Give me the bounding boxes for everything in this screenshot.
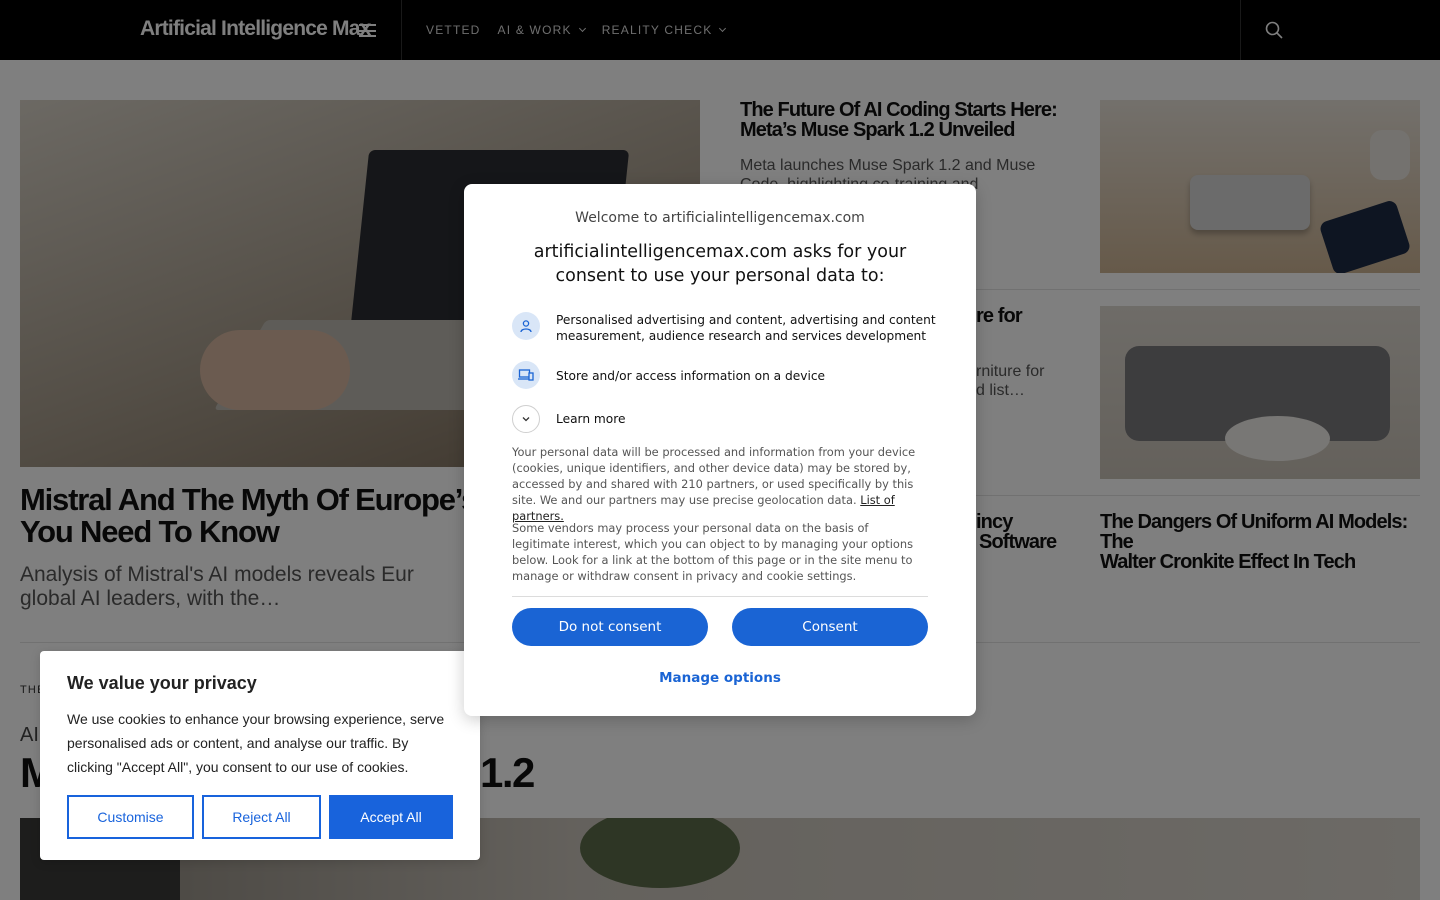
purpose-item: Store and/or access information on a dev… (512, 361, 928, 389)
devices-icon (512, 361, 540, 389)
purpose-text: Personalised advertising and content, ad… (556, 313, 936, 343)
manage-options-link[interactable]: Manage options (464, 670, 976, 686)
cookie-text: We use cookies to enhance your browsing … (67, 711, 445, 775)
learn-more-label: Learn more (556, 412, 626, 426)
dialog-divider (512, 596, 928, 597)
purpose-item: Personalised advertising and content, ad… (512, 312, 936, 344)
dialog-heading: artificialintelligencemax.com asks for y… (533, 242, 907, 286)
consent-paragraph: Your personal data will be processed and… (512, 444, 928, 524)
learn-more-toggle[interactable]: Learn more (512, 405, 928, 433)
accept-all-button[interactable]: Accept All (329, 795, 453, 839)
dialog-welcome: Welcome to artificialintelligencemax.com (575, 210, 865, 226)
cookie-title: We value your privacy (67, 673, 257, 693)
person-icon (512, 312, 540, 340)
cookie-banner: We value your privacy We use cookies to … (40, 651, 480, 860)
do-not-consent-button[interactable]: Do not consent (512, 608, 708, 646)
chevron-down-icon[interactable] (512, 405, 540, 433)
purpose-text: Store and/or access information on a dev… (556, 369, 826, 383)
consent-paragraph: Some vendors may process your personal d… (512, 521, 914, 583)
consent-paragraph-text: Your personal data will be processed and… (512, 445, 916, 507)
customise-button[interactable]: Customise (67, 795, 194, 839)
reject-all-button[interactable]: Reject All (202, 795, 321, 839)
consent-button[interactable]: Consent (732, 608, 928, 646)
consent-dialog: Welcome to artificialintelligencemax.com… (464, 184, 976, 716)
